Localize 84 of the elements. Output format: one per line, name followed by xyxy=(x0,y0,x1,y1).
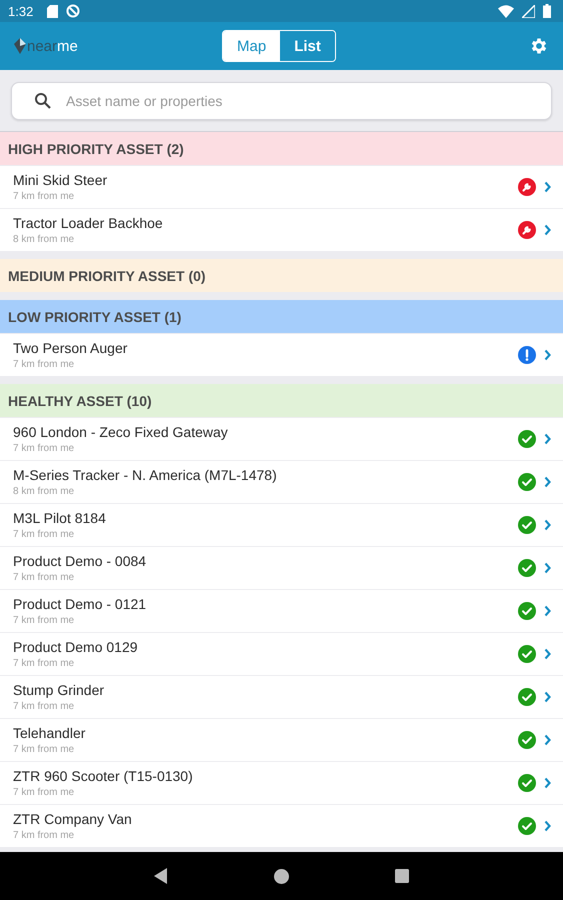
chevron-right-icon xyxy=(544,605,551,617)
alert-icon xyxy=(518,346,536,364)
check-icon xyxy=(518,473,536,491)
asset-name: Mini Skid Steer xyxy=(13,172,108,188)
asset-row[interactable]: ZTR 960 Scooter (T15-0130) 7 km from me xyxy=(0,762,563,804)
search-field[interactable]: Asset name or properties xyxy=(11,82,552,120)
back-icon[interactable] xyxy=(154,868,168,884)
search-icon xyxy=(34,92,52,110)
wrench-icon xyxy=(518,221,536,239)
chevron-right-icon xyxy=(544,734,551,746)
asset-row[interactable]: Tractor Loader Backhoe 8 km from me xyxy=(0,209,563,251)
check-icon xyxy=(518,817,536,835)
signal-icon xyxy=(522,4,535,18)
asset-row[interactable]: Product Demo - 0084 7 km from me xyxy=(0,547,563,589)
asset-name: Two Person Auger xyxy=(13,340,128,356)
check-icon xyxy=(518,688,536,706)
chevron-right-icon xyxy=(544,648,551,660)
asset-row[interactable]: Mini Skid Steer 7 km from me xyxy=(0,166,563,208)
settings-icon[interactable] xyxy=(529,36,549,56)
asset-row[interactable]: Product Demo - 0121 7 km from me xyxy=(0,590,563,632)
data-saver-icon xyxy=(66,4,80,18)
asset-distance: 7 km from me xyxy=(13,529,76,540)
asset-name: ZTR Company Van xyxy=(13,811,133,827)
wrench-icon xyxy=(518,178,536,196)
chevron-right-icon xyxy=(544,433,551,445)
asset-name: 960 London - Zeco Fixed Gateway xyxy=(13,424,229,440)
check-icon xyxy=(518,774,536,792)
asset-distance: 7 km from me xyxy=(13,787,76,798)
section-header: HEALTHY ASSET (10) xyxy=(0,384,563,417)
asset-row[interactable]: ZTR Company Van 7 km from me xyxy=(0,805,563,847)
asset-row[interactable]: M-Series Tracker - N. America (M7L-1478) 8 km from me xyxy=(0,461,563,503)
check-icon xyxy=(518,645,536,663)
sd-card-icon xyxy=(47,4,58,18)
chevron-right-icon xyxy=(544,476,551,488)
asset-distance: 8 km from me xyxy=(13,234,76,245)
chevron-right-icon xyxy=(544,691,551,703)
asset-distance: 7 km from me xyxy=(13,701,76,712)
check-icon xyxy=(518,430,536,448)
asset-name: M3L Pilot 8184 xyxy=(13,510,107,526)
section-header: LOW PRIORITY ASSET (1) xyxy=(0,300,563,333)
asset-distance: 8 km from me xyxy=(13,486,76,497)
asset-name: Tractor Loader Backhoe xyxy=(13,215,164,231)
logo-text: me xyxy=(57,38,78,54)
wifi-icon xyxy=(498,4,514,18)
asset-row[interactable]: Product Demo 0129 7 km from me xyxy=(0,633,563,675)
asset-name: ZTR 960 Scooter (T15-0130) xyxy=(13,768,194,784)
chevron-right-icon xyxy=(544,224,551,236)
asset-distance: 7 km from me xyxy=(13,615,76,626)
chevron-right-icon xyxy=(544,562,551,574)
asset-name: Stump Grinder xyxy=(13,682,106,698)
logo-text: near xyxy=(27,38,58,54)
chevron-right-icon xyxy=(544,519,551,531)
asset-distance: 7 km from me xyxy=(13,572,76,583)
check-icon xyxy=(518,559,536,577)
asset-distance: 7 km from me xyxy=(13,744,76,755)
chevron-right-icon xyxy=(544,777,551,789)
chevron-right-icon xyxy=(544,349,551,361)
status-time: 1:32 xyxy=(8,4,34,18)
asset-row[interactable]: Telehandler 7 km from me xyxy=(0,719,563,761)
asset-name: Product Demo 0129 xyxy=(13,639,139,655)
home-icon[interactable] xyxy=(274,868,289,884)
asset-name: Telehandler xyxy=(13,725,86,741)
chevron-right-icon xyxy=(544,181,551,193)
asset-distance: 7 km from me xyxy=(13,191,76,202)
asset-row[interactable]: Two Person Auger 7 km from me xyxy=(0,334,563,376)
asset-row[interactable]: Stump Grinder 7 km from me xyxy=(0,676,563,718)
asset-distance: 7 km from me xyxy=(13,658,76,669)
section-header: MEDIUM PRIORITY ASSET (0) xyxy=(0,259,563,292)
check-icon xyxy=(518,731,536,749)
chevron-right-icon xyxy=(544,820,551,832)
section-header: HIGH PRIORITY ASSET (2) xyxy=(0,132,563,165)
asset-name: Product Demo - 0121 xyxy=(13,596,148,612)
asset-name: Product Demo - 0084 xyxy=(13,553,148,569)
asset-distance: 7 km from me xyxy=(13,443,76,454)
asset-row[interactable]: M3L Pilot 8184 7 km from me xyxy=(0,504,563,546)
asset-distance: 7 km from me xyxy=(13,359,76,370)
view-tab[interactable]: Map xyxy=(223,31,280,61)
asset-name: M-Series Tracker - N. America (M7L-1478) xyxy=(13,467,278,483)
battery-icon xyxy=(543,4,551,18)
check-icon xyxy=(518,516,536,534)
asset-distance: 7 km from me xyxy=(13,830,76,841)
asset-row[interactable]: 960 London - Zeco Fixed Gateway 7 km from me xyxy=(0,418,563,460)
check-icon xyxy=(518,602,536,620)
pin-icon xyxy=(14,38,26,54)
